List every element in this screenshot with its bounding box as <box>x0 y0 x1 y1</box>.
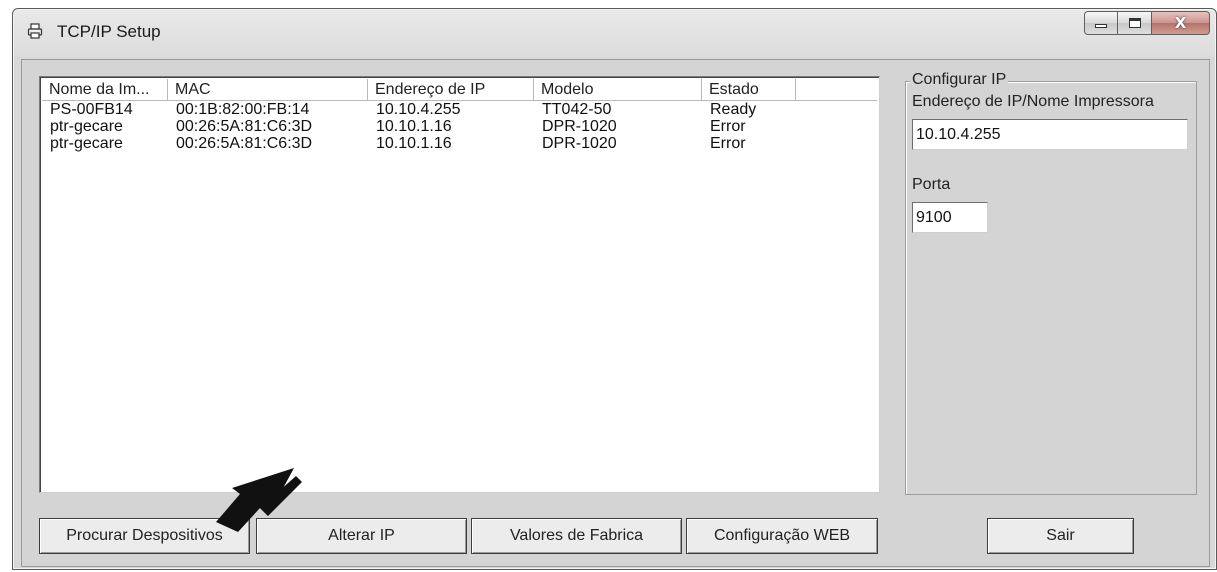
cell-ip: 10.10.1.16 <box>376 135 452 152</box>
cell-ip: 10.10.4.255 <box>376 101 461 118</box>
search-devices-button[interactable]: Procurar Despositivos <box>39 518 250 554</box>
exit-button[interactable]: Sair <box>987 518 1134 554</box>
printer-icon <box>27 23 43 39</box>
list-header: Nome da Im... MAC Endereço de IP Modelo … <box>42 79 877 101</box>
cell-mac: 00:26:5A:81:C6:3D <box>176 118 313 135</box>
column-header-filler <box>796 79 877 101</box>
client-area: Nome da Im... MAC Endereço de IP Modelo … <box>21 59 1210 567</box>
cell-mac: 00:1B:82:00:FB:14 <box>176 101 310 118</box>
cell-model: DPR-1020 <box>542 135 617 152</box>
web-config-button[interactable]: Configuração WEB <box>686 518 878 554</box>
cell-model: DPR-1020 <box>542 118 617 135</box>
maximize-button[interactable] <box>1118 11 1152 35</box>
title-bar[interactable]: TCP/IP Setup X <box>13 9 1216 55</box>
column-header-status[interactable]: Estado <box>702 79 796 101</box>
table-row[interactable]: ptr-gecare 00:26:5A:81:C6:3D 10.10.1.16 … <box>42 118 877 135</box>
port-label: Porta <box>912 176 951 193</box>
close-icon: X <box>1174 14 1187 32</box>
cell-ip: 10.10.1.16 <box>376 118 452 135</box>
ip-label: Endereço de IP/Nome Impressora <box>912 93 1154 110</box>
maximize-icon <box>1128 18 1141 28</box>
ip-config-group: Configurar IP Endereço de IP/Nome Impres… <box>905 71 1197 495</box>
column-header-model[interactable]: Modelo <box>534 79 702 101</box>
minimize-button[interactable] <box>1084 11 1118 35</box>
close-button[interactable]: X <box>1152 11 1210 35</box>
column-header-mac[interactable]: MAC <box>168 79 368 101</box>
column-header-ip[interactable]: Endereço de IP <box>368 79 534 101</box>
device-list[interactable]: Nome da Im... MAC Endereço de IP Modelo … <box>39 76 880 493</box>
window-title: TCP/IP Setup <box>57 22 161 41</box>
cell-status: Ready <box>710 101 757 118</box>
table-row[interactable]: PS-00FB14 00:1B:82:00:FB:14 10.10.4.255 … <box>42 101 877 118</box>
cell-status: Error <box>710 135 746 152</box>
list-body: PS-00FB14 00:1B:82:00:FB:14 10.10.4.255 … <box>42 101 877 490</box>
table-row[interactable]: ptr-gecare 00:26:5A:81:C6:3D 10.10.1.16 … <box>42 135 877 152</box>
caption-buttons: X <box>1084 11 1210 37</box>
cell-model: TT042-50 <box>542 101 612 118</box>
group-title: Configurar IP <box>910 71 1009 89</box>
cell-name: ptr-gecare <box>50 135 123 152</box>
cell-status: Error <box>710 118 746 135</box>
minimize-icon <box>1095 24 1107 28</box>
ip-address-field[interactable]: 10.10.4.255 <box>912 119 1188 150</box>
column-header-name[interactable]: Nome da Im... <box>42 79 168 101</box>
change-ip-button[interactable]: Alterar IP <box>256 518 467 554</box>
cell-name: ptr-gecare <box>50 118 123 135</box>
port-field[interactable]: 9100 <box>912 202 988 233</box>
cell-name: PS-00FB14 <box>50 101 133 118</box>
app-window: TCP/IP Setup X Nome da Im... MAC Endereç… <box>12 8 1217 570</box>
cell-mac: 00:26:5A:81:C6:3D <box>176 135 313 152</box>
factory-defaults-button[interactable]: Valores de Fabrica <box>471 518 682 554</box>
